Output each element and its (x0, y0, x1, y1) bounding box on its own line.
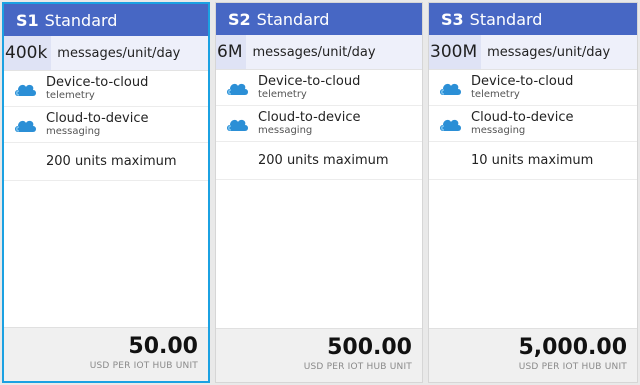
card-header: S2 Standard (216, 3, 422, 35)
card-header: S3 Standard (429, 3, 637, 35)
pricing-tier-card-s3[interactable]: S3 Standard 300M messages/unit/day Devic… (428, 2, 638, 383)
feature-cloud-to-device: Cloud-to-device messaging (216, 106, 422, 142)
max-units-text: 200 units maximum (216, 142, 422, 180)
price-area: 50.00 USD PER IOT HUB UNIT (4, 327, 208, 381)
price-value: 500.00 (327, 335, 412, 360)
feature-title: Device-to-cloud (471, 73, 574, 89)
message-rate-unit: messages/unit/day (487, 44, 611, 60)
feature-title: Cloud-to-device (46, 110, 149, 126)
cloud-icon (216, 115, 258, 133)
feature-subtitle: messaging (46, 125, 101, 137)
feature-subtitle: telemetry (471, 88, 520, 100)
feature-cloud-to-device: Cloud-to-device messaging (429, 106, 637, 142)
pricing-tier-card-s1[interactable]: S1 Standard 400k messages/unit/day Devic… (2, 2, 210, 383)
price-area: 500.00 USD PER IOT HUB UNIT (216, 328, 422, 382)
feature-device-to-cloud: Device-to-cloud telemetry (4, 71, 208, 107)
message-rate-value: 300M (429, 35, 482, 69)
feature-title: Cloud-to-device (471, 109, 574, 125)
feature-subtitle: messaging (258, 124, 313, 136)
cloud-icon (429, 115, 471, 133)
message-rate-unit: messages/unit/day (252, 44, 376, 60)
feature-subtitle: telemetry (46, 89, 95, 101)
tier-name: S2 (228, 9, 251, 29)
feature-subtitle: telemetry (258, 88, 307, 100)
message-rate-value: 6M (216, 35, 247, 69)
price-value: 50.00 (128, 334, 198, 359)
tier-name: S3 (441, 9, 464, 29)
feature-title: Device-to-cloud (46, 74, 149, 90)
message-rate-unit: messages/unit/day (57, 45, 181, 61)
message-rate-row: 300M messages/unit/day (429, 35, 637, 70)
feature-title: Cloud-to-device (258, 109, 361, 125)
tier-level: Standard (256, 9, 330, 29)
tier-name: S1 (16, 10, 39, 30)
cloud-icon (4, 80, 46, 98)
card-header: S1 Standard (4, 4, 208, 36)
max-units-text: 200 units maximum (4, 143, 208, 181)
message-rate-row: 6M messages/unit/day (216, 35, 422, 70)
price-unit: USD PER IOT HUB UNIT (518, 362, 627, 372)
pricing-tier-card-s2[interactable]: S2 Standard 6M messages/unit/day Device-… (215, 2, 423, 383)
price-value: 5,000.00 (518, 335, 627, 360)
cloud-icon (429, 79, 471, 97)
message-rate-value: 400k (4, 36, 52, 70)
feature-title: Device-to-cloud (258, 73, 361, 89)
price-unit: USD PER IOT HUB UNIT (89, 361, 198, 371)
tier-level: Standard (469, 9, 543, 29)
cloud-icon (4, 116, 46, 134)
feature-cloud-to-device: Cloud-to-device messaging (4, 107, 208, 143)
message-rate-row: 400k messages/unit/day (4, 36, 208, 71)
price-area: 5,000.00 USD PER IOT HUB UNIT (429, 328, 637, 382)
tier-level: Standard (44, 10, 118, 30)
max-units-text: 10 units maximum (429, 142, 637, 180)
feature-device-to-cloud: Device-to-cloud telemetry (429, 70, 637, 106)
price-unit: USD PER IOT HUB UNIT (303, 362, 412, 372)
cloud-icon (216, 79, 258, 97)
feature-subtitle: messaging (471, 124, 526, 136)
feature-device-to-cloud: Device-to-cloud telemetry (216, 70, 422, 106)
